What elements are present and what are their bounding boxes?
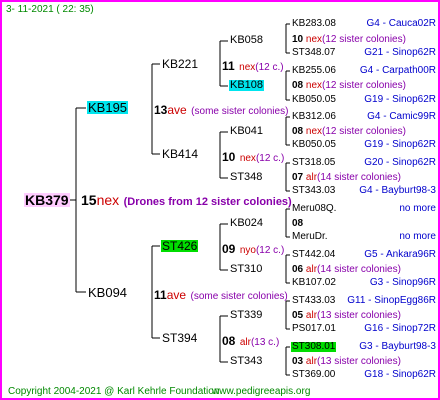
g4-origin-info: no more	[399, 203, 436, 214]
pedigree-frame: 3- 11-2021 ( 22: 35) KB379 15nex (Drones…	[0, 0, 440, 400]
great-grandparent-generation: 03 alr(13 sister colonies)	[292, 356, 401, 367]
g4-queen-id: KB312.06	[292, 111, 336, 122]
g4-queen-id: Meru08Q.	[292, 203, 337, 214]
g4-origin-info: G19 - Sinop62R	[364, 94, 436, 105]
grandparent-generation: 11 nex(12 c.)	[222, 59, 284, 73]
parent-queen-id: KB094	[88, 285, 128, 300]
parent-queen-id: KB195	[87, 100, 129, 115]
great-grandparent-queen-id: KB041	[230, 125, 264, 137]
great-grandparent-generation: 07 alr(14 sister colonies)	[292, 172, 401, 183]
grandparent-queen-id: ST426	[161, 239, 199, 253]
g4-queen-id: ST318.05	[292, 157, 336, 168]
g4-origin-info: G16 - Sinop72R	[364, 323, 436, 334]
g4-queen-id: ST308.01	[291, 341, 337, 352]
g4-origin-info: G4 - Camic99R	[367, 111, 436, 122]
root-generation: 15nex (Drones from 12 sister colonies)	[81, 193, 292, 209]
g4-origin-info: G4 - Carpath00R	[359, 65, 436, 76]
root-note: (Drones from 12 sister colonies)	[123, 196, 292, 208]
great-grandparent-queen-id: ST310	[230, 263, 263, 275]
g4-queen-id: ST442.04	[292, 249, 336, 260]
grandparent-generation: 10 nex(12 c.)	[222, 150, 285, 164]
g4-queen-id: ST369.00	[292, 369, 336, 380]
great-grandparent-queen-id: KB024	[230, 217, 264, 229]
g4-queen-id: KB107.02	[292, 277, 336, 288]
g4-queen-id: PS017.01	[292, 323, 336, 334]
great-grandparent-generation: 06 alr(14 sister colonies)	[292, 264, 401, 275]
parent-generation: 11ave (some sister colonies)	[154, 288, 288, 302]
great-grandparent-queen-id: ST343	[230, 355, 263, 367]
g4-origin-info: no more	[399, 231, 436, 242]
great-grandparent-queen-id: KB108	[229, 79, 265, 91]
g4-queen-id: MeruDr.	[292, 231, 328, 242]
g4-queen-id: KB050.05	[292, 94, 336, 105]
g4-origin-info: G18 - Sinop62R	[364, 369, 436, 380]
root-gen-suffix: nex	[96, 192, 120, 208]
timestamp: 3- 11-2021 ( 22: 35)	[6, 4, 94, 15]
parent-generation: 13ave (some sister colonies)	[154, 103, 289, 117]
g4-queen-id: ST348.07	[292, 47, 336, 58]
great-grandparent-generation: 08 nex(12 sister colonies)	[292, 126, 406, 137]
great-grandparent-generation: 05 alr(13 sister colonies)	[292, 310, 401, 321]
great-grandparent-generation: 08	[292, 218, 304, 229]
g4-origin-info: G3 - Sinop96R	[369, 277, 436, 288]
grandparent-queen-id: ST394	[162, 331, 198, 345]
g4-queen-id: KB050.05	[292, 139, 336, 150]
root-queen-id: KB379	[24, 192, 70, 208]
g4-queen-id: ST343.03	[292, 185, 336, 196]
great-grandparent-queen-id: ST348	[230, 171, 263, 183]
grandparent-queen-id: KB414	[162, 147, 199, 161]
footer-copyright: Copyright 2004-2021 @ Karl Kehrle Founda…	[8, 386, 220, 397]
g4-origin-info: G4 - Bayburt98-3	[359, 185, 436, 196]
g4-origin-info: G21 - Sinop62R	[364, 47, 436, 58]
g4-origin-info: G11 - SinopEgg86R	[347, 295, 436, 306]
great-grandparent-generation: 10 nex(12 sister colonies)	[292, 34, 406, 45]
footer-url[interactable]: www.pedigreeapis.org	[212, 387, 310, 397]
grandparent-queen-id: KB221	[162, 57, 199, 71]
g4-origin-info: G4 - Cauca02R	[366, 18, 436, 29]
g4-origin-info: G5 - Ankara96R	[364, 249, 436, 260]
great-grandparent-queen-id: KB058	[230, 34, 264, 46]
root-gen-number: 15	[81, 192, 97, 208]
g4-queen-id: KB255.06	[292, 65, 336, 76]
g4-origin-info: G20 - Sinop62R	[364, 157, 436, 168]
g4-origin-info: G3 - Bayburt98-3	[359, 341, 436, 352]
grandparent-generation: 09 nyo(12 c.)	[222, 242, 285, 256]
g4-origin-info: G19 - Sinop62R	[364, 139, 436, 150]
g4-queen-id: ST433.03	[292, 295, 336, 306]
grandparent-generation: 08 alr(13 c.)	[222, 334, 280, 348]
g4-queen-id: KB283.08	[292, 18, 336, 29]
great-grandparent-queen-id: ST339	[230, 309, 263, 321]
great-grandparent-generation: 08 nex(12 sister colonies)	[292, 80, 406, 91]
